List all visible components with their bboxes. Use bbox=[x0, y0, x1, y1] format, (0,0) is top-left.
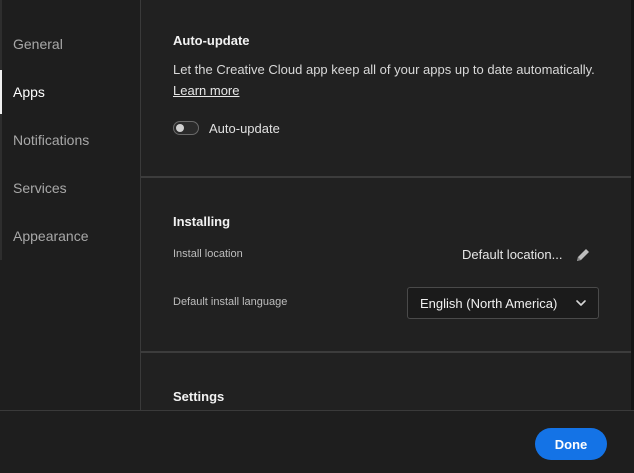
sidebar-item-label: Appearance bbox=[13, 228, 89, 244]
sidebar-item-general[interactable]: General bbox=[0, 24, 139, 64]
auto-update-description: Let the Creative Cloud app keep all of y… bbox=[173, 62, 595, 77]
apps-settings-panel[interactable]: Auto-update Let the Creative Cloud app k… bbox=[141, 0, 631, 410]
install-language-value: English (North America) bbox=[420, 295, 558, 311]
auto-update-toggle-label: Auto-update bbox=[209, 121, 280, 136]
section-divider bbox=[141, 176, 631, 178]
install-location-value: Default location... bbox=[462, 247, 563, 262]
preferences-window: General Apps Notifications Services Appe… bbox=[0, 0, 634, 473]
settings-heading: Settings bbox=[173, 389, 225, 404]
learn-more-link[interactable]: Learn more bbox=[173, 83, 239, 98]
chevron-down-icon bbox=[576, 300, 586, 306]
sidebar-item-apps[interactable]: Apps bbox=[0, 70, 139, 114]
section-divider bbox=[141, 351, 631, 353]
sidebar-item-appearance[interactable]: Appearance bbox=[0, 216, 139, 256]
sidebar-item-label: Notifications bbox=[13, 132, 90, 148]
sidebar-item-label: Apps bbox=[13, 84, 45, 100]
done-button[interactable]: Done bbox=[535, 428, 607, 460]
pencil-icon[interactable] bbox=[574, 246, 592, 264]
sidebar: General Apps Notifications Services Appe… bbox=[0, 0, 141, 410]
default-install-language-label: Default install language bbox=[173, 296, 288, 308]
toggle-knob bbox=[176, 124, 184, 132]
auto-update-heading: Auto-update bbox=[173, 33, 250, 48]
sidebar-item-services[interactable]: Services bbox=[0, 168, 139, 208]
install-location-label: Install location bbox=[173, 248, 243, 260]
auto-update-toggle[interactable] bbox=[173, 121, 199, 135]
installing-heading: Installing bbox=[173, 214, 231, 229]
sidebar-item-notifications[interactable]: Notifications bbox=[0, 120, 139, 160]
sidebar-item-label: General bbox=[13, 36, 63, 52]
sidebar-item-label: Services bbox=[13, 180, 67, 196]
install-language-select[interactable]: English (North America) bbox=[407, 287, 599, 319]
